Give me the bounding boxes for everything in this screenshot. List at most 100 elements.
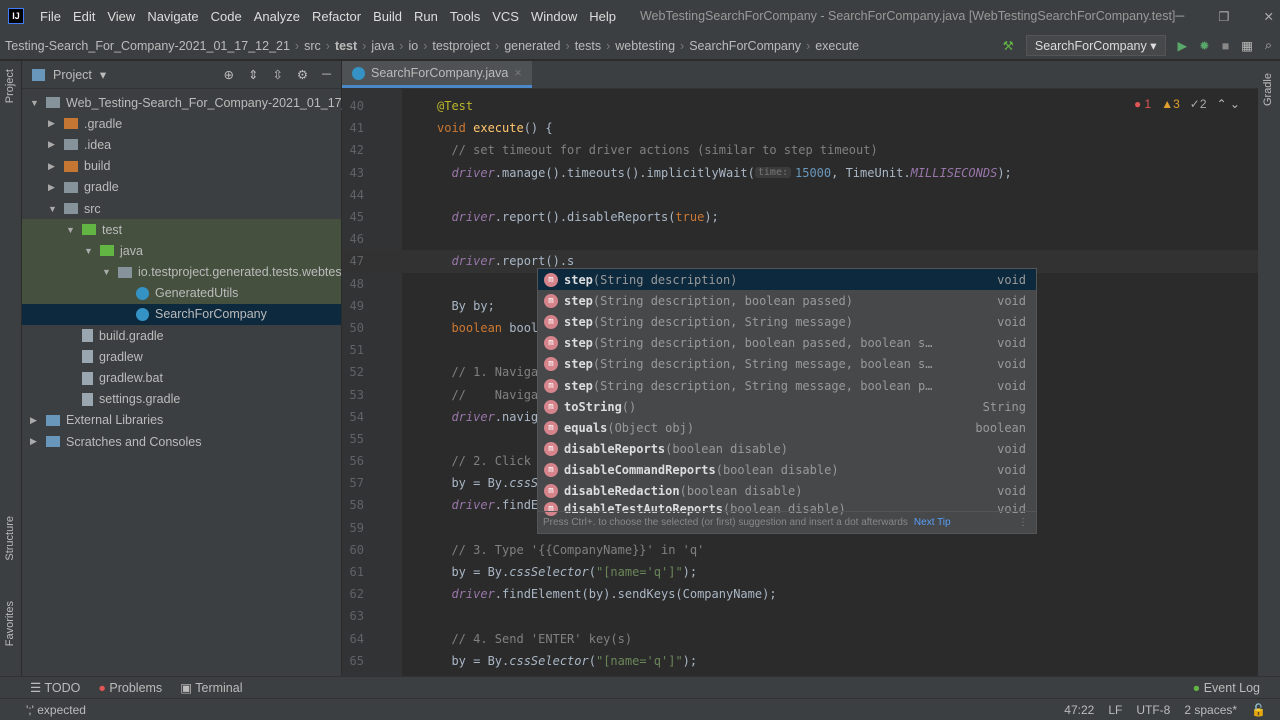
event-log-button[interactable]: ● Event Log [1193, 681, 1280, 695]
restore-icon[interactable]: ❐ [1218, 9, 1229, 24]
chevron-icon[interactable]: ▶ [30, 436, 40, 447]
breadcrumb-item[interactable]: testproject [427, 39, 495, 53]
menu-vcs[interactable]: VCS [486, 9, 525, 24]
code-line[interactable]: 43 driver .manage().timeouts().implicitly… [342, 162, 1258, 184]
tree-item[interactable]: gradlew.bat [22, 367, 341, 388]
code-line[interactable]: 64 // 4. Send 'ENTER' key(s) [342, 628, 1258, 650]
breadcrumb-item[interactable]: tests [570, 39, 606, 53]
minimize-icon[interactable]: ─ [1175, 9, 1184, 24]
menu-build[interactable]: Build [367, 9, 408, 24]
completion-item[interactable]: m equals (Object obj) boolean [538, 417, 1036, 438]
tree-item[interactable]: ▶ build [22, 156, 341, 177]
next-tip-link[interactable]: Next Tip [914, 517, 951, 528]
breadcrumb-item[interactable]: test [330, 39, 362, 53]
menu-tools[interactable]: Tools [444, 9, 486, 24]
menu-refactor[interactable]: Refactor [306, 9, 367, 24]
debug-icon[interactable]: ✹ [1199, 38, 1209, 53]
chevron-icon[interactable]: ▼ [102, 267, 112, 277]
tree-item[interactable]: settings.gradle [22, 389, 341, 410]
code-line[interactable]: 61 by = By. cssSelector("[name='q']"); [342, 561, 1258, 583]
terminal-tool-button[interactable]: ▣ Terminal [180, 680, 242, 695]
breadcrumb-item[interactable]: SearchForCompany [684, 39, 806, 53]
menu-run[interactable]: Run [408, 9, 444, 24]
favorites-tool-tab[interactable]: Favorites [4, 601, 16, 646]
chevron-icon[interactable]: ▶ [48, 182, 58, 193]
breadcrumb-item[interactable]: io [403, 39, 423, 53]
tree-item[interactable]: ▶ .idea [22, 134, 341, 155]
menu-help[interactable]: Help [583, 9, 622, 24]
code-line[interactable]: 45 driver .report().disableReports(true); [342, 206, 1258, 228]
chevron-icon[interactable]: ▶ [30, 415, 40, 426]
tree-item[interactable]: build.gradle [22, 325, 341, 346]
tree-item[interactable]: ▼ io.testproject.generated.tests.webtesti… [22, 261, 355, 283]
menu-window[interactable]: Window [525, 9, 583, 24]
completion-item[interactable]: m toString() String [538, 396, 1036, 417]
code-line[interactable]: 42 // set timeout for driver actions (si… [342, 139, 1258, 161]
code-line[interactable]: 60 // 3. Type '{{CompanyName}}' in 'q' [342, 539, 1258, 561]
code-line[interactable]: 65 by = By. cssSelector("[name='q']"); [342, 650, 1258, 672]
completion-item[interactable]: m step (String description, boolean passed… [538, 290, 1036, 311]
structure-tool-tab[interactable]: Structure [4, 516, 16, 561]
gear-icon[interactable]: ⚙ [297, 67, 308, 82]
breadcrumb-item[interactable]: execute [810, 39, 864, 53]
completion-item[interactable]: m step (String description, String message… [538, 375, 1036, 396]
tree-item[interactable]: ▼ Web_Testing-Search_For_Company-2021_01_… [22, 92, 369, 113]
build-hammer-icon[interactable]: ⚒ [1003, 38, 1014, 53]
expand-all-icon[interactable]: ⇕ [248, 67, 258, 82]
lock-icon[interactable]: 🔓 [1251, 703, 1266, 717]
indent-setting[interactable]: 2 spaces* [1184, 703, 1237, 717]
completion-item[interactable]: m disableCommandReports (boolean disable) v… [538, 460, 1036, 481]
problems-tool-button[interactable]: ● Problems [98, 681, 162, 695]
locate-icon[interactable]: ⊕ [223, 67, 233, 82]
run-icon[interactable]: ▶ [1178, 38, 1188, 53]
tree-item[interactable]: SearchForCompany [22, 303, 341, 326]
breadcrumb-item[interactable]: webtesting [610, 39, 680, 53]
menu-file[interactable]: File [34, 9, 67, 24]
project-structure-icon[interactable]: ▦ [1241, 38, 1253, 53]
menu-navigate[interactable]: Navigate [141, 9, 204, 24]
collapse-all-icon[interactable]: ⇳ [272, 67, 282, 82]
tree-item[interactable]: ▼ java [22, 240, 341, 262]
project-tool-tab[interactable]: Project [4, 69, 16, 103]
run-config-select[interactable]: SearchForCompany ▾ [1025, 35, 1166, 56]
tree-item[interactable]: ▼ src [22, 198, 341, 219]
code-line[interactable]: 40 @Test [342, 95, 1258, 117]
breadcrumb-item[interactable]: Testing-Search_For_Company-2021_01_17_12… [0, 39, 295, 53]
tree-item[interactable]: GeneratedUtils [22, 282, 341, 304]
close-tab-icon[interactable]: × [514, 66, 521, 80]
completion-item[interactable]: m step (String description) void [538, 269, 1036, 291]
project-view-select[interactable]: Project [53, 68, 92, 82]
hide-icon[interactable]: ─ [322, 67, 331, 82]
breadcrumb-item[interactable]: src [299, 39, 326, 53]
code-line[interactable]: 63 [342, 605, 1258, 627]
code-line[interactable]: 44 [342, 184, 1258, 206]
completion-item[interactable]: m disableReports (boolean disable) void [538, 439, 1036, 460]
menu-code[interactable]: Code [205, 9, 248, 24]
chevron-icon[interactable]: ▼ [48, 204, 58, 214]
chevron-icon[interactable]: ▼ [84, 246, 94, 256]
close-icon[interactable]: ✕ [1263, 9, 1273, 24]
line-separator[interactable]: LF [1108, 703, 1122, 717]
code-line[interactable]: 46 [342, 228, 1258, 250]
stop-icon[interactable]: ■ [1222, 39, 1230, 53]
tree-item[interactable]: ▼ test [22, 219, 341, 241]
chevron-icon[interactable]: ▶ [48, 139, 58, 150]
inspection-indicators[interactable]: ● 1 ▲3 ✓2 ⌃ ⌄ [1134, 97, 1240, 111]
chevron-icon[interactable]: ▼ [66, 225, 76, 235]
menu-edit[interactable]: Edit [67, 9, 101, 24]
encoding[interactable]: UTF-8 [1136, 703, 1170, 717]
chevron-icon[interactable]: ▼ [30, 98, 40, 108]
tree-item[interactable]: ▶ External Libraries [22, 410, 341, 431]
tree-item[interactable]: gradlew [22, 346, 341, 367]
caret-position[interactable]: 47:22 [1064, 703, 1094, 717]
breadcrumb-item[interactable]: java [366, 39, 399, 53]
tree-item[interactable]: ▶ Scratches and Consoles [22, 431, 341, 452]
tree-item[interactable]: ▶ .gradle [22, 113, 341, 134]
chevron-icon[interactable]: ▶ [48, 161, 58, 172]
gradle-tool-tab[interactable]: Gradle [1262, 73, 1274, 106]
completion-item[interactable]: m disableRedaction (boolean disable) void [538, 481, 1036, 502]
menu-analyze[interactable]: Analyze [248, 9, 306, 24]
chevron-icon[interactable]: ▶ [48, 118, 58, 129]
completion-item[interactable]: m step (String description, String message… [538, 354, 1036, 375]
completion-item[interactable]: m step (String description, String message… [538, 311, 1036, 332]
